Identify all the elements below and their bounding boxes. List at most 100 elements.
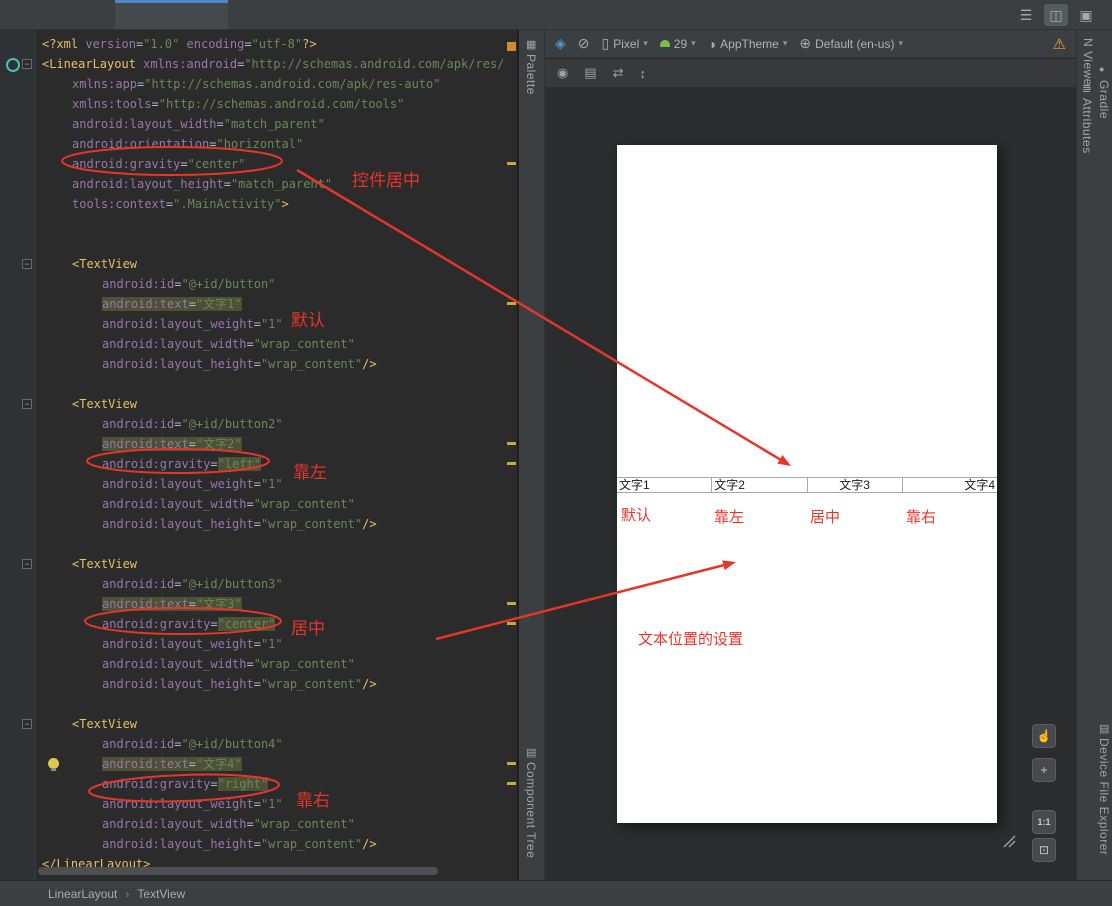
breadcrumb-linearlayout[interactable]: LinearLayout (48, 887, 117, 901)
code-line[interactable]: android:gravity="center" (36, 614, 505, 634)
swap-orientation-icon[interactable]: ⇄ (613, 65, 624, 81)
code-line[interactable]: <TextView (36, 254, 505, 274)
code-line[interactable]: <LinearLayout xmlns:android="http://sche… (36, 54, 505, 74)
code-line[interactable]: android:text="文字1" (36, 294, 505, 314)
horizontal-scrollbar[interactable] (38, 867, 438, 875)
code-line[interactable] (36, 234, 505, 254)
design-surface-icon[interactable]: ◈ (555, 35, 566, 52)
code-line[interactable]: android:layout_weight="1" (36, 794, 505, 814)
view-options-icon[interactable]: ◉ (557, 65, 568, 81)
code-line[interactable] (36, 214, 505, 234)
attributes-icon: ≣ (1082, 83, 1092, 95)
code-line[interactable]: android:id="@+id/button3" (36, 574, 505, 594)
canvas-resize-handle[interactable] (1000, 832, 1016, 848)
tab-palette[interactable]: Palette (524, 54, 538, 95)
code-line[interactable] (36, 534, 505, 554)
code-line[interactable]: android:orientation="horizontal" (36, 134, 505, 154)
split-view-icon[interactable]: ◫ (1044, 4, 1068, 26)
zoom-fit-button[interactable]: ⊡ (1032, 838, 1056, 862)
design-toolbar-secondary: ◉ ▤ ⇄ ↕ (545, 59, 1076, 88)
stripe-mark (507, 602, 516, 605)
code-line[interactable]: android:layout_weight="1" (36, 474, 505, 494)
code-editor[interactable]: <?xml version="1.0" encoding="utf-8"?> <L… (36, 30, 505, 870)
code-line[interactable]: android:gravity="right" (36, 774, 505, 794)
design-toolbar: ◈ ⊘ ▯ Pixel ▾ 29 ▾ ◑ AppTheme ▾ ⊕ Defaul… (545, 30, 1076, 58)
breadcrumb-textview[interactable]: TextView (137, 887, 185, 901)
code-line[interactable]: android:layout_height="wrap_content"/> (36, 674, 505, 694)
code-line[interactable]: android:id="@+id/button2" (36, 414, 505, 434)
code-line[interactable] (36, 374, 505, 394)
code-line[interactable]: android:id="@+id/button4" (36, 734, 505, 754)
resize-layout-icon[interactable]: ↕ (640, 66, 647, 81)
code-line[interactable]: android:layout_width="wrap_content" (36, 494, 505, 514)
code-line[interactable]: <TextView (36, 554, 505, 574)
code-line[interactable]: <TextView (36, 714, 505, 734)
tab-gradle[interactable]: Gradle (1097, 80, 1111, 119)
locale-selector[interactable]: ⊕ Default (en-us) ▾ (799, 35, 903, 52)
code-line[interactable]: xmlns:tools="http://schemas.android.com/… (36, 94, 505, 114)
editor-tab-bar: ☰ ◫ ▣ (0, 0, 1112, 30)
code-line[interactable]: xmlns:app="http://schemas.android.com/ap… (36, 74, 505, 94)
fold-marker-icon[interactable]: − (22, 59, 32, 69)
fold-marker-icon[interactable]: − (22, 399, 32, 409)
tab-attributes[interactable]: Attributes (1080, 98, 1094, 154)
code-line[interactable]: android:id="@+id/button" (36, 274, 505, 294)
code-line[interactable]: android:layout_width="wrap_content" (36, 814, 505, 834)
locale-label: Default (en-us) (815, 36, 895, 51)
code-line[interactable]: android:gravity="left" (36, 454, 505, 474)
chevron-down-icon: ▾ (782, 38, 788, 48)
tab-component-tree[interactable]: Component Tree (524, 762, 538, 858)
tab-device-file-explorer[interactable]: Device File Explorer (1097, 738, 1111, 855)
code-line[interactable]: android:layout_height="match_parent" (36, 174, 505, 194)
design-view-icon[interactable]: ▣ (1074, 4, 1098, 26)
design-tool-strip-left: ▦ Palette ▤ Component Tree (519, 30, 545, 880)
layout-variants-icon[interactable]: ▤ (584, 65, 596, 81)
pan-button[interactable]: ☝ (1032, 724, 1056, 748)
code-line[interactable]: tools:context=".MainActivity"> (36, 194, 505, 214)
intention-bulb-icon[interactable] (48, 758, 59, 771)
zoom-ratio-button[interactable]: 1:1 (1032, 810, 1056, 834)
gradle-icon: ● (1099, 64, 1105, 74)
active-tab-indicator (115, 0, 228, 3)
breadcrumb-separator: › (125, 886, 130, 901)
code-line[interactable]: android:layout_height="wrap_content"/> (36, 514, 505, 534)
zoom-in-button[interactable]: + (1032, 758, 1056, 782)
component-tree-icon: ▤ (526, 747, 537, 759)
code-line[interactable]: android:layout_width="wrap_content" (36, 654, 505, 674)
warning-icon[interactable]: ⚠ (1053, 35, 1066, 53)
fold-marker-icon[interactable]: − (22, 559, 32, 569)
code-line[interactable]: android:text="文字3" (36, 594, 505, 614)
code-line[interactable]: android:text="文字2" (36, 434, 505, 454)
fold-marker-icon[interactable]: − (22, 719, 32, 729)
stripe-mark (507, 462, 516, 465)
code-line[interactable] (36, 694, 505, 714)
chevron-down-icon: ▾ (898, 38, 904, 48)
blueprint-icon[interactable]: ⊘ (578, 35, 590, 52)
code-line[interactable]: <?xml version="1.0" encoding="utf-8"?> (36, 34, 505, 54)
error-stripe[interactable] (505, 30, 519, 880)
preview-textview[interactable]: 文字1 (617, 478, 713, 492)
code-line[interactable]: android:layout_weight="1" (36, 314, 505, 334)
code-line[interactable]: android:layout_width="wrap_content" (36, 334, 505, 354)
active-file-tab[interactable] (115, 0, 228, 29)
code-line[interactable]: android:text="文字4" (36, 754, 505, 774)
api-level-selector[interactable]: 29 ▾ (659, 37, 696, 51)
code-line[interactable]: android:layout_height="wrap_content"/> (36, 834, 505, 854)
code-line[interactable]: android:gravity="center" (36, 154, 505, 174)
preview-textview[interactable]: 文字2 (712, 478, 808, 492)
theme-selector[interactable]: ◑ AppTheme ▾ (708, 36, 788, 52)
android-studio-window: ☰ ◫ ▣ − − − − − <?xml version="1.0" encoding… (0, 0, 1112, 906)
file-status-indicator (507, 42, 516, 51)
code-line[interactable]: <TextView (36, 394, 505, 414)
preview-textview[interactable]: 文字3 (808, 478, 903, 492)
fold-marker-icon[interactable]: − (22, 259, 32, 269)
code-view-icon[interactable]: ☰ (1014, 4, 1038, 26)
device-selector[interactable]: ▯ Pixel ▾ (602, 35, 648, 52)
code-line[interactable]: android:layout_weight="1" (36, 634, 505, 654)
code-line[interactable]: android:layout_width="match_parent" (36, 114, 505, 134)
gutter-preview-icon[interactable] (6, 58, 20, 72)
code-line[interactable]: android:layout_height="wrap_content"/> (36, 354, 505, 374)
palette-icon: ▦ (526, 39, 537, 51)
preview-textview[interactable]: 文字4 (903, 478, 997, 492)
preview-textview-row[interactable]: 文字1 文字2 文字3 文字4 (617, 477, 997, 493)
